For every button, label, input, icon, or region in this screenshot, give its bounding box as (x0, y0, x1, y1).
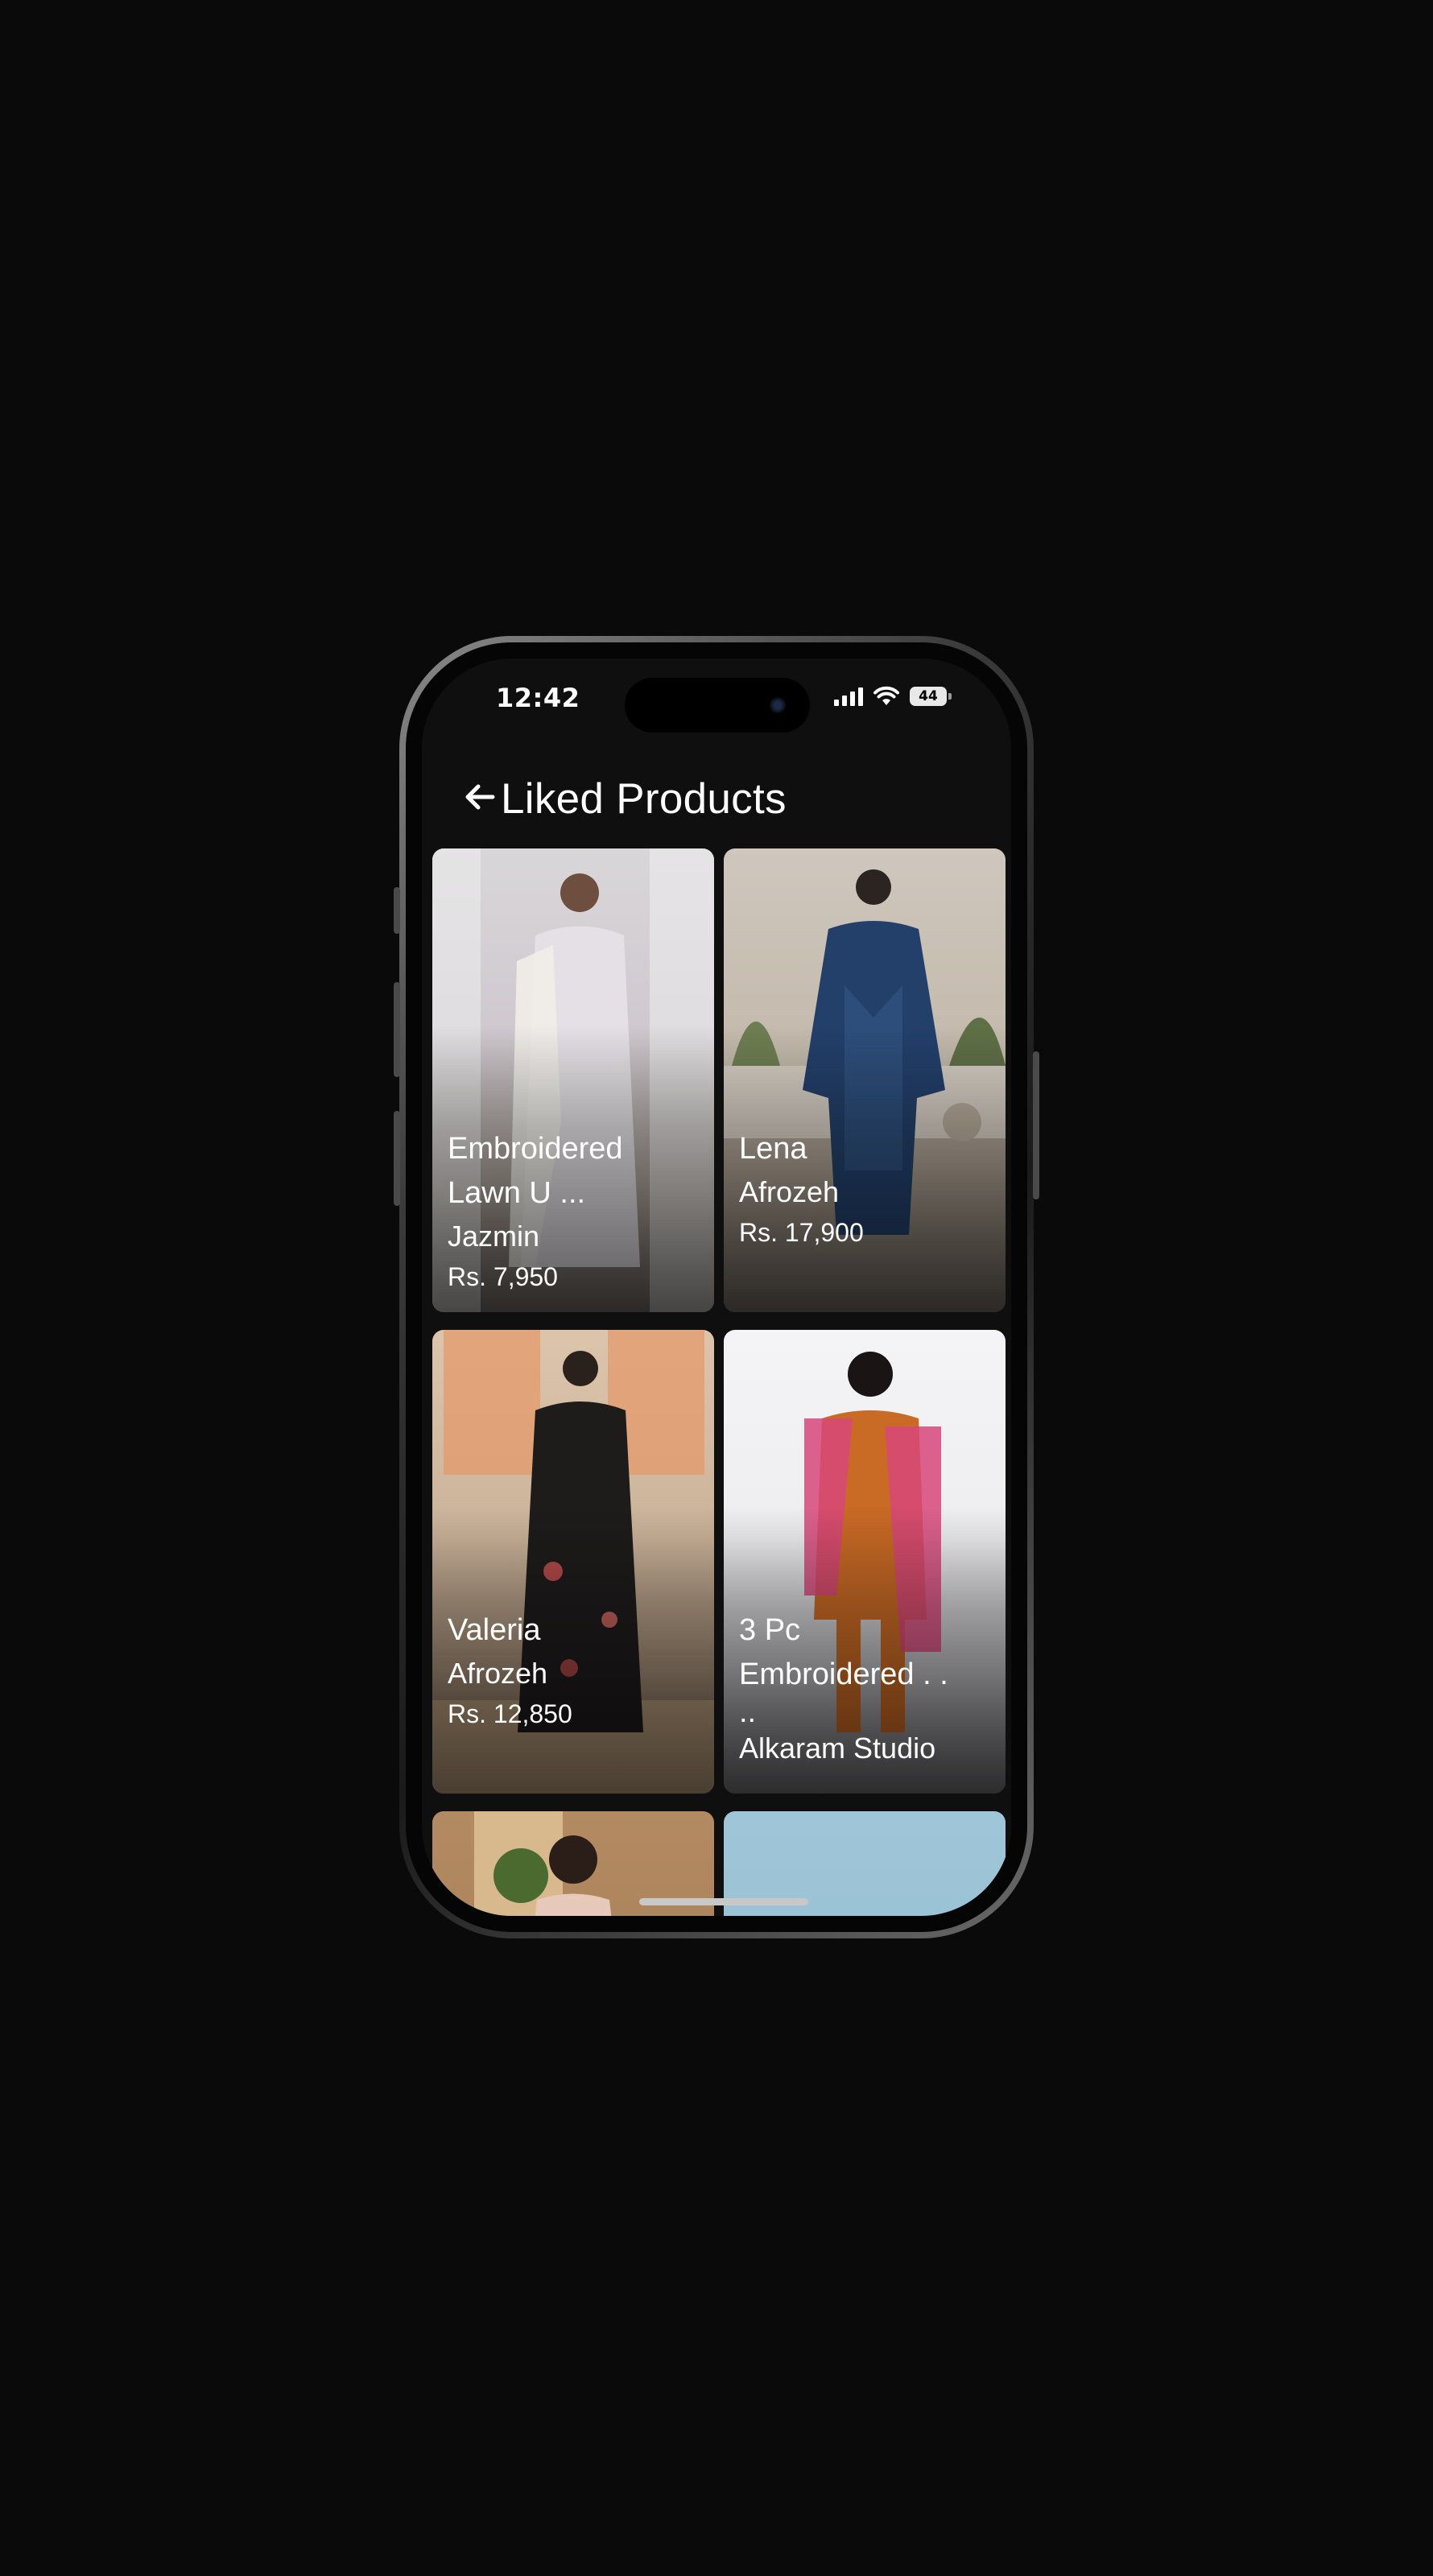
page-title: Liked Products (501, 775, 787, 823)
volume-down-button (394, 1111, 400, 1206)
product-brand: Alkaram Studio (739, 1732, 936, 1765)
product-name: 3 Pc (739, 1613, 801, 1647)
status-time: 12:42 (496, 683, 580, 713)
product-card[interactable]: Embroidered Lawn U ... Jazmin Rs. 7,950 (432, 848, 714, 1312)
product-name: Lena (739, 1132, 807, 1166)
product-brand: Jazmin (448, 1220, 540, 1253)
product-card[interactable]: 3 Pc Embroidered . . .. Alkaram Studio (724, 1330, 1006, 1794)
battery-level: 44 (919, 688, 938, 704)
product-name: Lawn U ... (448, 1176, 586, 1210)
product-card[interactable]: Lena Afrozeh Rs. 17,900 (724, 848, 1006, 1312)
home-indicator[interactable] (639, 1898, 808, 1905)
wifi-icon (873, 686, 899, 705)
card-info: Embroidered Lawn U ... Jazmin Rs. 7,950 (448, 1127, 703, 1296)
dynamic-island (625, 678, 810, 733)
product-price: Rs. 17,900 (739, 1218, 864, 1247)
card-info: Lena Afrozeh Rs. 17,900 (739, 1127, 994, 1252)
app-header: Liked Products (422, 762, 1011, 842)
product-card[interactable]: Valeria Afrozeh Rs. 12,850 (432, 1330, 714, 1794)
product-name: Embroidered . . (739, 1657, 948, 1691)
phone-screen: 12:42 44 Liked Products Embroidered Lawn… (422, 658, 1011, 1916)
arrow-left-icon (465, 784, 495, 810)
action-button (394, 887, 400, 934)
card-info: Valeria Afrozeh Rs. 12,850 (448, 1608, 703, 1733)
product-name: .. (739, 1695, 757, 1729)
product-brand: Afrozeh (448, 1657, 548, 1690)
status-icons: 44 (834, 686, 952, 707)
volume-up-button (394, 982, 400, 1077)
power-button (1033, 1051, 1039, 1199)
product-name: Embroidered (448, 1132, 623, 1166)
battery-icon: 44 (910, 687, 952, 706)
back-button[interactable] (456, 773, 504, 821)
front-camera-icon (770, 697, 786, 713)
product-price: Rs. 7,950 (448, 1262, 558, 1291)
product-brand: Afrozeh (739, 1175, 840, 1208)
product-name: Valeria (448, 1613, 541, 1647)
product-price: Rs. 12,850 (448, 1699, 572, 1728)
status-bar: 12:42 44 (422, 658, 1011, 739)
card-info: 3 Pc Embroidered . . .. Alkaram Studio (739, 1608, 994, 1769)
signal-icon (834, 687, 863, 706)
